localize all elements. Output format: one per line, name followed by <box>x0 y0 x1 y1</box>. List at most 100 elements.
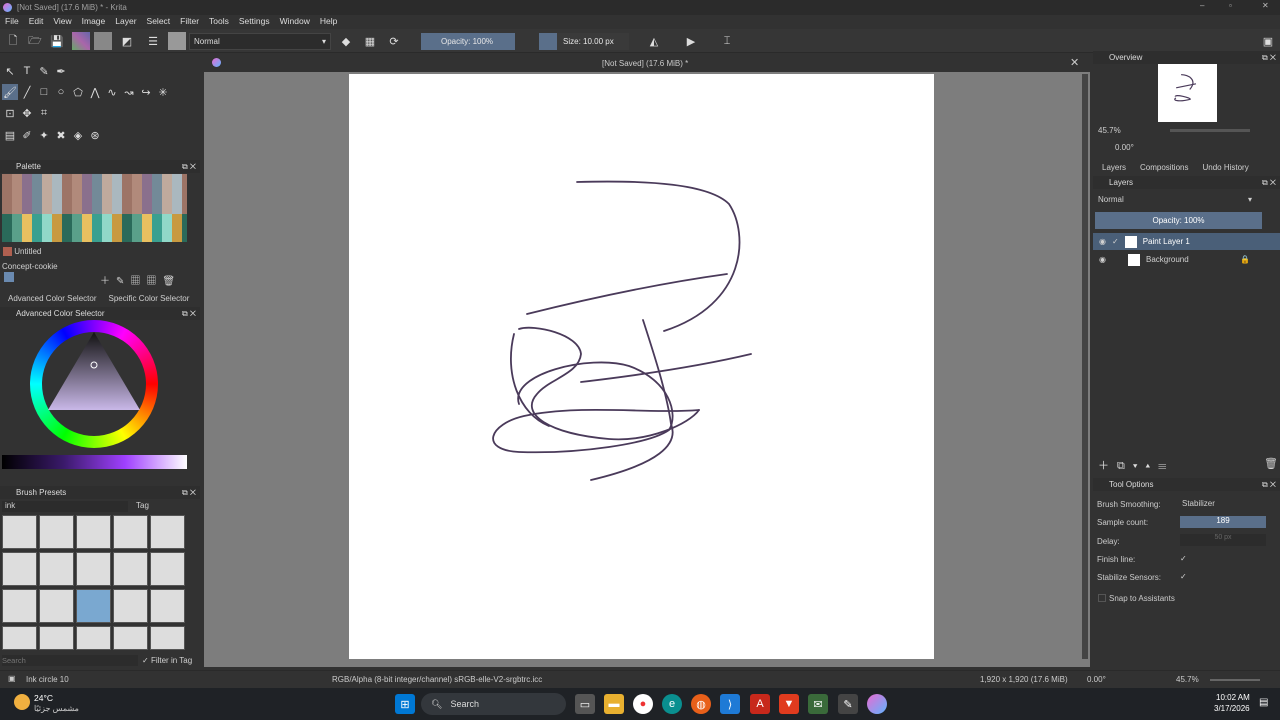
finish-line-checkbox[interactable]: ✓ <box>1180 554 1187 563</box>
menu-filter[interactable]: Filter <box>175 15 204 26</box>
krita-app-icon[interactable] <box>867 694 887 714</box>
palette-set-name[interactable]: Concept-cookie <box>2 262 58 271</box>
brush-preset-16[interactable] <box>2 626 37 650</box>
smart-patch-icon[interactable]: ✦ <box>36 127 52 143</box>
layer-row-background[interactable]: ◉ Background 🔒 <box>1093 251 1280 268</box>
weather-icon[interactable] <box>14 694 30 710</box>
acrobat-icon[interactable]: A <box>750 694 770 714</box>
status-zoom-slider[interactable] <box>1210 679 1260 681</box>
move-tool-icon[interactable]: ✥ <box>19 105 35 121</box>
line-tool-icon[interactable]: ╱ <box>19 84 35 100</box>
polygon-tool-icon[interactable]: ⬠ <box>70 84 86 100</box>
assistant-tool-icon[interactable]: ✖ <box>53 127 69 143</box>
zoom-slider[interactable] <box>1170 129 1250 132</box>
brush-search-input[interactable] <box>2 655 138 666</box>
brush-preset-3[interactable] <box>76 515 111 549</box>
save-icon[interactable]: 💾 <box>48 32 66 50</box>
freehand-path-icon[interactable]: ↝ <box>121 84 137 100</box>
brush-preset-2[interactable] <box>39 515 74 549</box>
mirror-vertical-icon[interactable]: ▶ <box>682 32 700 50</box>
alpha-lock-icon[interactable]: ▦ <box>361 32 379 50</box>
freehand-brush-icon[interactable]: 🖌 <box>2 84 18 100</box>
brush-preset-12[interactable] <box>39 589 74 623</box>
brush-preset-icon[interactable] <box>168 32 186 50</box>
menu-help[interactable]: Help <box>315 15 342 26</box>
menu-settings[interactable]: Settings <box>234 15 275 26</box>
overview-zoom[interactable]: 45.7% <box>1098 126 1121 135</box>
clock-time[interactable]: 10:02 AM <box>1216 693 1250 702</box>
close-window-icon[interactable]: ✕ <box>1262 1 1269 10</box>
brush-preset-11[interactable] <box>2 589 37 623</box>
close-icon[interactable]: ⧉ ✕ <box>1262 480 1276 490</box>
brush-preset-5[interactable] <box>150 515 185 549</box>
notification-icon[interactable]: ▤ <box>1259 697 1268 708</box>
pattern-preset-icon[interactable] <box>94 32 112 50</box>
palette-grid-icon[interactable] <box>4 272 14 282</box>
layer-blend-select[interactable]: Normal ▾ <box>1095 193 1255 206</box>
maximize-icon[interactable]: ▫ <box>1229 1 1232 10</box>
brush-preset-6[interactable] <box>2 552 37 586</box>
firefox-icon[interactable]: ◍ <box>691 694 711 714</box>
brush-smoothing-select[interactable]: Stabilizer <box>1180 498 1274 510</box>
tab-undo-history[interactable]: Undo History <box>1202 163 1248 176</box>
text-tool-icon[interactable]: T <box>19 63 35 79</box>
reload-preset-icon[interactable]: ⟳ <box>385 32 403 50</box>
value-slider[interactable] <box>2 455 187 469</box>
stabilize-sensors-checkbox[interactable]: ✓ <box>1180 572 1187 581</box>
filter-in-tag-checkbox[interactable]: ✓ Filter in Tag <box>142 656 192 665</box>
crop-tool-icon[interactable]: ⌗ <box>36 105 52 121</box>
weather-temp[interactable]: 24°C <box>34 693 53 703</box>
brush-preset-19[interactable] <box>113 626 148 650</box>
minimize-icon[interactable]: – <box>1200 1 1204 10</box>
close-icon[interactable]: ⧉ ✕ <box>182 309 196 319</box>
menu-file[interactable]: File <box>0 15 24 26</box>
workspace-icon[interactable]: ▣ <box>1259 32 1277 50</box>
color-picker-icon[interactable]: ✐ <box>19 127 35 143</box>
task-view-icon[interactable]: ▭ <box>575 694 595 714</box>
brush-preset-14[interactable] <box>113 589 148 623</box>
blend-mode-select[interactable]: Normal ▾ <box>189 33 331 50</box>
brush-preset-10[interactable] <box>150 552 185 586</box>
close-icon[interactable]: ⧉ ✕ <box>182 162 196 172</box>
brush-preset-17[interactable] <box>39 626 74 650</box>
lock-icon[interactable]: 🔒 <box>1240 255 1250 264</box>
krita-taskbar-icon[interactable]: ✎ <box>838 694 858 714</box>
windows-start-icon[interactable]: ⊞ <box>395 694 415 714</box>
brush-preset-15[interactable] <box>150 589 185 623</box>
edge-icon[interactable]: e <box>662 694 682 714</box>
brave-icon[interactable]: ▼ <box>779 694 799 714</box>
brush-preset-7[interactable] <box>39 552 74 586</box>
rectangle-tool-icon[interactable]: □ <box>36 84 52 100</box>
enclose-fill-icon[interactable]: ⊛ <box>87 127 103 143</box>
eye-icon[interactable]: ◉ <box>1099 237 1106 246</box>
brush-preset-18[interactable] <box>76 626 111 650</box>
menu-tools[interactable]: Tools <box>204 15 234 26</box>
brush-preset-20[interactable] <box>150 626 185 650</box>
check-icon[interactable]: ✓ <box>1112 237 1119 246</box>
status-zoom[interactable]: 45.7% <box>1176 675 1199 684</box>
close-icon[interactable]: ⧉ ✕ <box>1262 53 1276 63</box>
weather-desc[interactable]: مشمس جزئيًا <box>34 704 79 713</box>
overview-thumbnail[interactable] <box>1158 64 1217 122</box>
fill-tool-icon[interactable]: ◈ <box>70 127 86 143</box>
menu-layer[interactable]: Layer <box>110 15 141 26</box>
bezier-tool-icon[interactable]: ∿ <box>104 84 120 100</box>
multibrush-icon[interactable]: ✳ <box>155 84 171 100</box>
color-triangle[interactable] <box>46 330 142 412</box>
opacity-slider[interactable]: Opacity: 100% <box>421 33 515 50</box>
tab-compositions[interactable]: Compositions <box>1140 163 1188 176</box>
brush-preset-1[interactable] <box>2 515 37 549</box>
brush-settings-icon[interactable]: ☰ <box>144 32 162 50</box>
palette-swatches-row2[interactable] <box>2 214 187 242</box>
transform-tool-icon[interactable]: ⊡ <box>2 105 18 121</box>
delete-layer-icon[interactable]: 🗑 <box>1264 457 1278 470</box>
menu-view[interactable]: View <box>48 15 76 26</box>
brush-preset-13-selected[interactable] <box>76 589 111 623</box>
brush-preset-8[interactable] <box>76 552 111 586</box>
gradient-tool-icon[interactable]: ▤ <box>2 127 18 143</box>
menu-edit[interactable]: Edit <box>24 15 49 26</box>
tab-advanced-color[interactable]: Advanced Color Selector <box>8 294 97 307</box>
open-document-icon[interactable]: 🗁 <box>26 32 44 50</box>
menu-window[interactable]: Window <box>275 15 315 26</box>
dynamic-brush-icon[interactable]: ↪ <box>138 84 154 100</box>
